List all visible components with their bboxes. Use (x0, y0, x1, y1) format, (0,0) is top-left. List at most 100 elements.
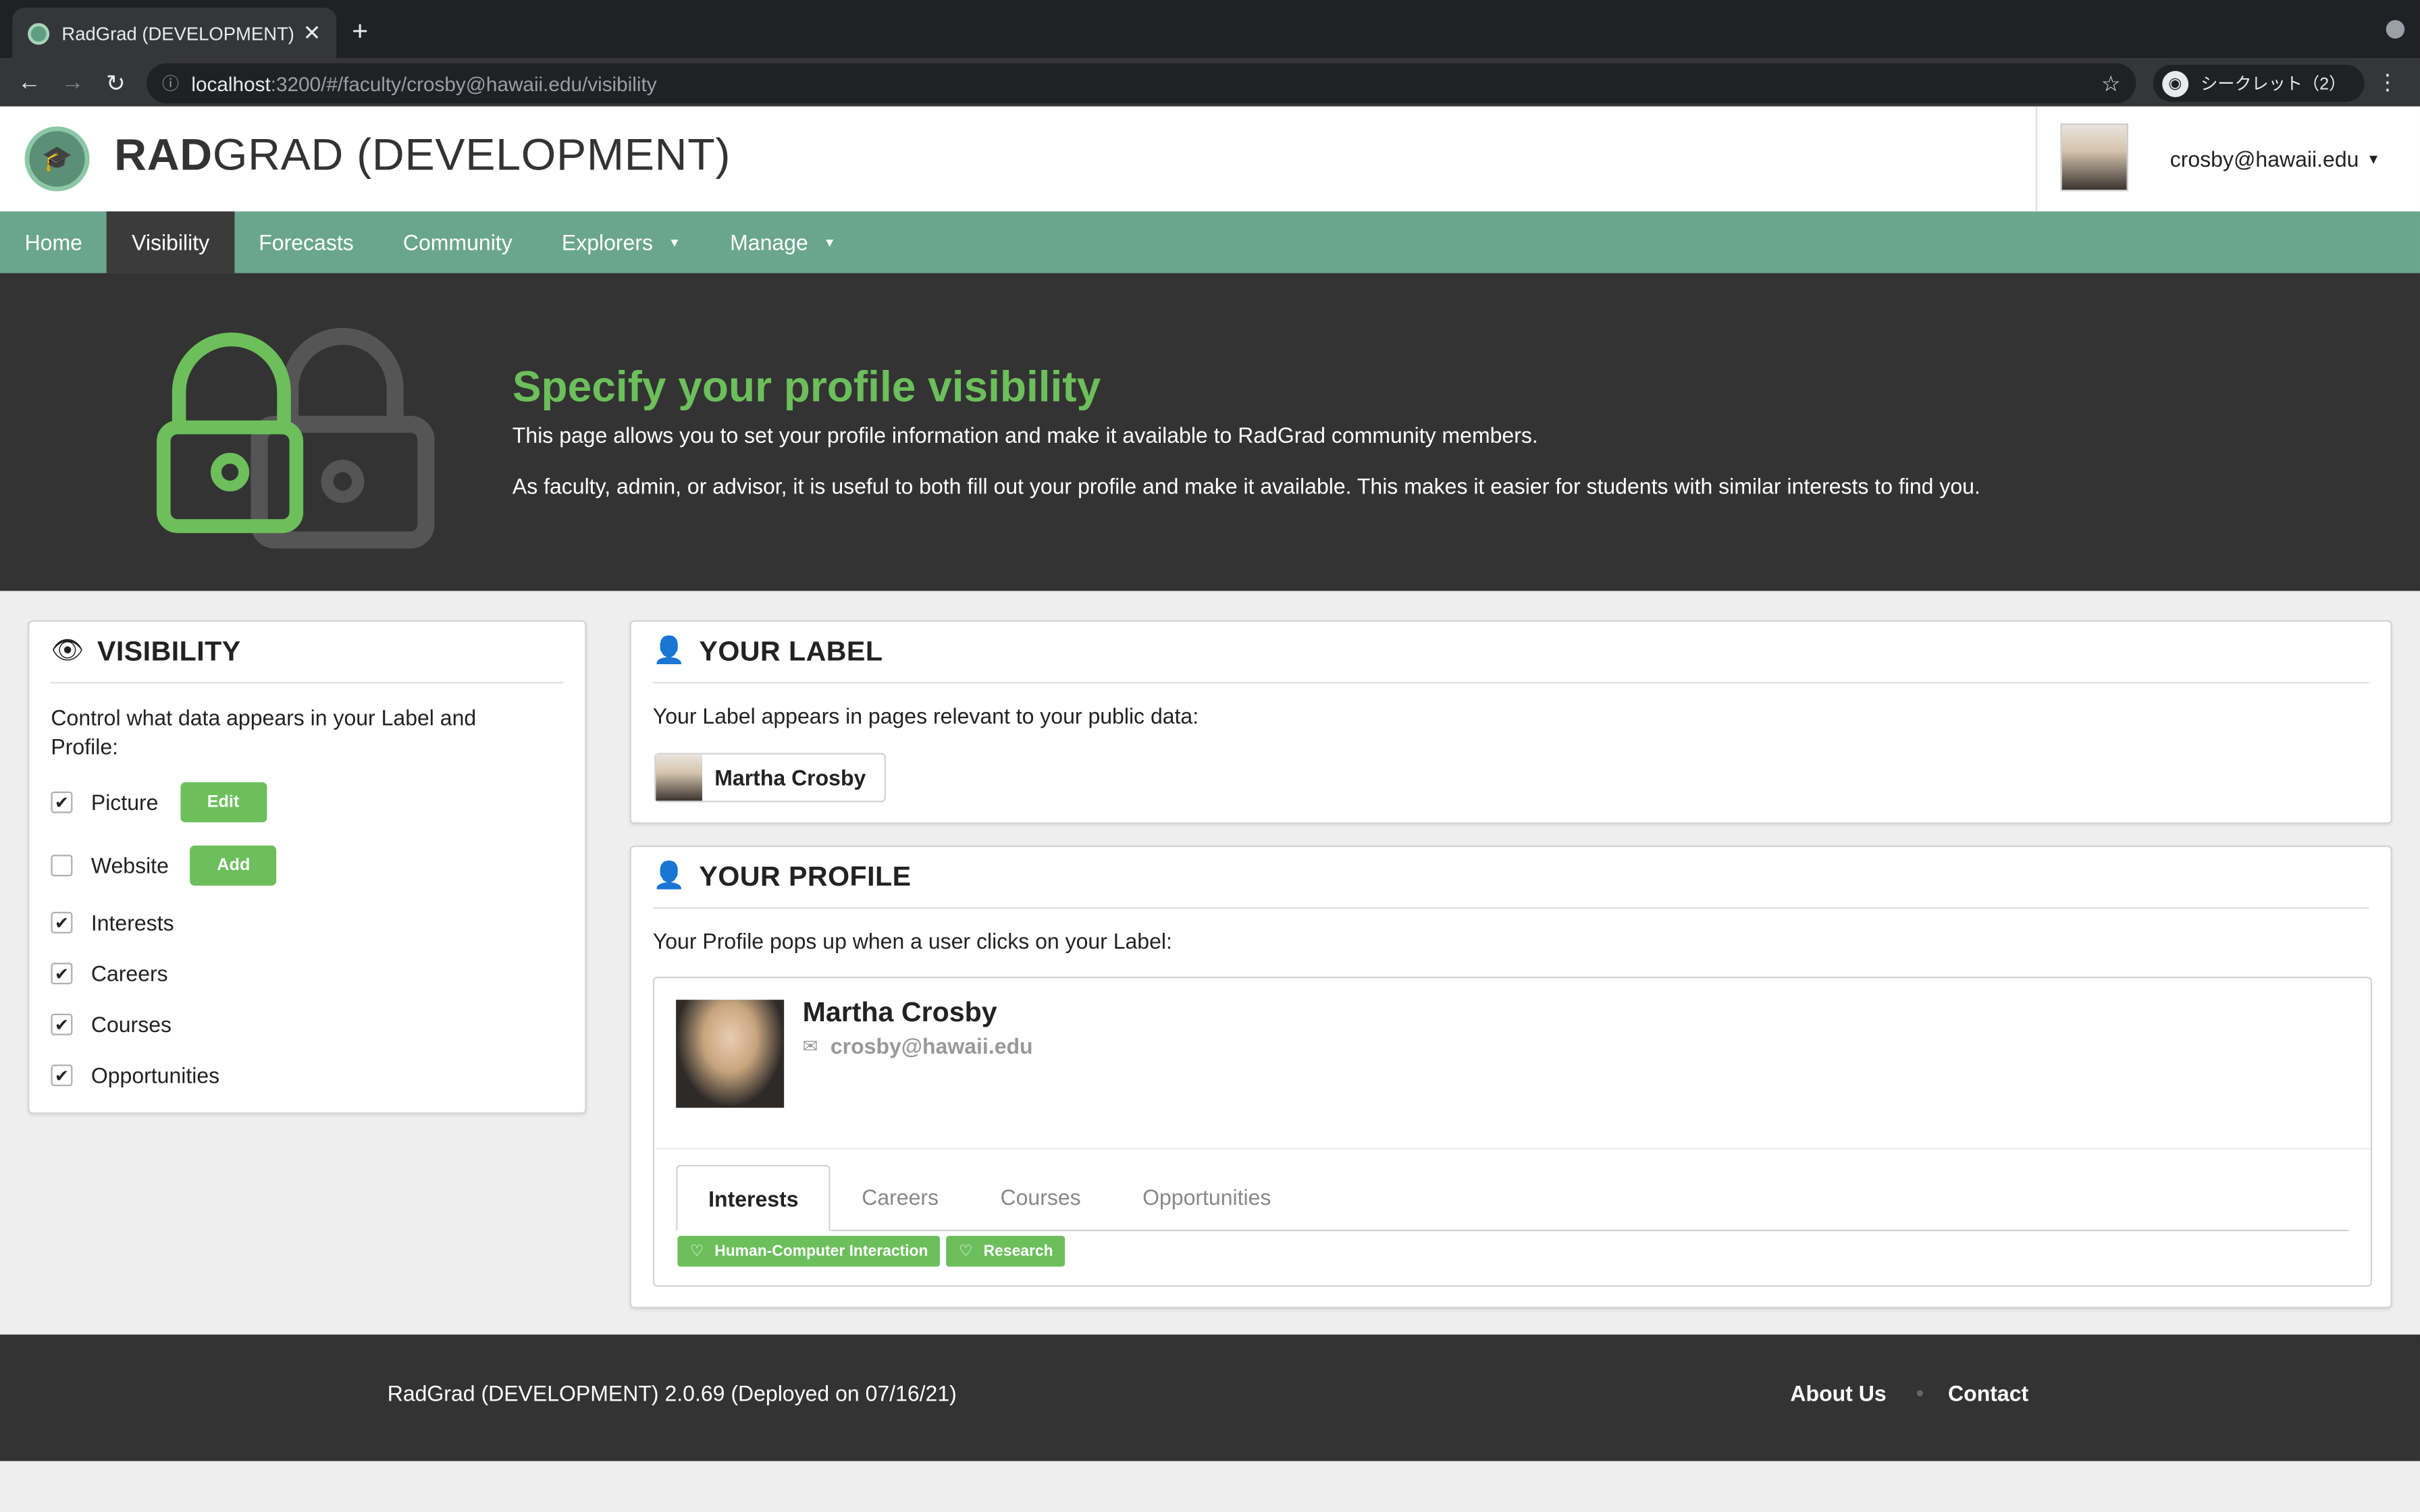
heart-icon: ♡ (959, 1243, 973, 1260)
footer-links: About Us Contact (1790, 1381, 2028, 1406)
tag-label: Human-Computer Interaction (714, 1243, 928, 1260)
nav-label: Visibility (132, 230, 210, 255)
careers-checkbox[interactable]: ✔ (51, 963, 73, 985)
visibility-row-website: Website Add (51, 845, 277, 886)
card-header: 👤 YOUR LABEL (652, 628, 2369, 684)
footer: RadGrad (DEVELOPMENT) 2.0.69 (Deployed o… (0, 1334, 2420, 1461)
tab-interests[interactable]: Interests (676, 1164, 831, 1231)
eye-icon: 👁 (51, 635, 84, 666)
visibility-label: Careers (90, 961, 168, 986)
opportunities-checkbox[interactable]: ✔ (51, 1064, 73, 1087)
browser-tab[interactable]: RadGrad (DEVELOPMENT) ✕ (12, 7, 337, 59)
visibility-label: Picture (90, 790, 159, 815)
tab-courses[interactable]: Courses (970, 1163, 1112, 1229)
nav-item-community[interactable]: Community (378, 211, 537, 273)
interest-tags: ♡ Human-Computer Interaction ♡ Research (677, 1235, 1072, 1267)
footer-version: RadGrad (DEVELOPMENT) 2.0.69 (Deployed o… (387, 1380, 957, 1406)
nav-item-visibility[interactable]: Visibility (107, 211, 234, 273)
visibility-label: Courses (90, 1012, 172, 1037)
add-website-button[interactable]: Add (190, 845, 277, 886)
user-icon: 👤 (652, 635, 686, 666)
tab-title: RadGrad (DEVELOPMENT) (61, 22, 294, 45)
visibility-row-interests: ✔ Interests (51, 902, 174, 942)
profile-popup-preview: Martha Crosby ✉ crosby@hawaii.edu Intere… (652, 976, 2373, 1287)
profile-tabs: Interests Careers Courses Opportunities (676, 1163, 2349, 1231)
about-us-link[interactable]: About Us (1790, 1381, 1886, 1406)
browser-tabbar: RadGrad (DEVELOPMENT) ✕ + (0, 0, 2420, 59)
tag-label: Research (983, 1243, 1053, 1260)
reload-icon[interactable]: ↻ (94, 69, 137, 97)
separator-dot (1917, 1390, 1924, 1397)
info-icon[interactable]: ⓘ (162, 71, 179, 96)
card-header: 👁 VISIBILITY (51, 628, 564, 684)
tab-opportunities[interactable]: Opportunities (1111, 1163, 1302, 1229)
profile-name: Martha Crosby (802, 996, 997, 1028)
back-arrow-icon[interactable]: ← (7, 70, 51, 96)
main-nav: Home Visibility Forecasts Community Expl… (0, 211, 2420, 273)
address-bar[interactable]: ⓘ localhost:3200/#/faculty/crosby@hawaii… (147, 63, 2136, 104)
courses-checkbox[interactable]: ✔ (51, 1013, 73, 1035)
hero-paragraph-1: This page allows you to set your profile… (512, 423, 1538, 448)
url-path: :3200/#/faculty/crosby@hawaii.edu/visibi… (270, 72, 657, 95)
radgrad-logo-icon[interactable]: 🎓 (24, 126, 90, 192)
website-checkbox[interactable] (51, 855, 73, 877)
brand-strong: RAD (114, 131, 213, 181)
avatar (656, 754, 702, 801)
profile-email-text: crosby@hawaii.edu (830, 1033, 1033, 1058)
browser-toolbar: ← → ↻ ⓘ localhost:3200/#/faculty/crosby@… (0, 58, 2420, 107)
visibility-label: Interests (90, 910, 174, 936)
edit-picture-button[interactable]: Edit (180, 782, 267, 823)
interests-checkbox[interactable]: ✔ (51, 911, 73, 934)
visibility-row-careers: ✔ Careers (51, 954, 168, 994)
user-avatar[interactable] (2060, 123, 2128, 192)
brand-title[interactable]: RADGRAD (DEVELOPMENT) (114, 131, 731, 182)
browser-menu-icon[interactable]: ⋮ (2377, 70, 2398, 96)
url-host: localhost (191, 72, 271, 95)
nav-item-home[interactable]: Home (0, 211, 107, 273)
nav-item-explorers[interactable]: Explorers ▼ (537, 211, 705, 273)
label-name: Martha Crosby (714, 765, 866, 790)
user-label-chip[interactable]: Martha Crosby (654, 753, 887, 803)
new-tab-icon[interactable]: + (352, 16, 368, 48)
nav-label: Manage (730, 230, 808, 255)
profile-email: ✉ crosby@hawaii.edu (803, 1033, 1033, 1058)
caret-down-icon: ▼ (823, 235, 836, 250)
forward-arrow-icon[interactable]: → (51, 70, 94, 96)
header-divider (2035, 106, 2038, 212)
incognito-label: シークレット（2） (2201, 75, 2346, 94)
bookmark-star-icon[interactable]: ☆ (2101, 70, 2121, 97)
visibility-card: 👁 VISIBILITY Control what data appears i… (28, 620, 587, 1114)
app-header: 🎓 RADGRAD (DEVELOPMENT) crosby@hawaii.ed… (0, 106, 2420, 212)
hero-banner: Specify your profile visibility This pag… (0, 273, 2420, 591)
visibility-row-courses: ✔ Courses (51, 1004, 172, 1044)
padlock-icon (156, 327, 435, 549)
user-menu-dropdown[interactable]: crosby@hawaii.edu ▼ (2170, 146, 2381, 171)
card-header: 👤 YOUR PROFILE (652, 853, 2369, 909)
your-profile-title: YOUR PROFILE (699, 860, 912, 891)
your-label-card: 👤 YOUR LABEL Your Label appears in pages… (629, 620, 2392, 824)
contact-link[interactable]: Contact (1948, 1381, 2028, 1406)
user-icon: 👤 (652, 861, 686, 890)
divider (654, 1148, 2371, 1150)
heart-icon: ♡ (689, 1243, 704, 1260)
nav-label: Home (24, 230, 82, 255)
nav-item-forecasts[interactable]: Forecasts (234, 211, 379, 273)
tab-search-icon[interactable] (2386, 20, 2405, 39)
visibility-label: Website (90, 853, 169, 878)
nav-item-manage[interactable]: Manage ▼ (706, 211, 861, 273)
brand-rest: GRAD (DEVELOPMENT) (212, 131, 731, 181)
profile-description: Your Profile pops up when a user clicks … (652, 928, 1172, 954)
label-description: Your Label appears in pages relevant to … (652, 703, 1199, 728)
interest-tag[interactable]: ♡ Research (946, 1235, 1066, 1267)
nav-label: Forecasts (259, 230, 354, 255)
close-tab-icon[interactable]: ✕ (303, 20, 321, 47)
visibility-row-picture: ✔ Picture Edit (51, 782, 267, 823)
picture-checkbox[interactable]: ✔ (51, 791, 73, 813)
visibility-description: Control what data appears in your Label … (51, 705, 477, 759)
interest-tag[interactable]: ♡ Human-Computer Interaction (677, 1235, 941, 1267)
tab-careers[interactable]: Careers (831, 1163, 970, 1229)
nav-label: Explorers (561, 230, 654, 255)
visibility-label: Opportunities (90, 1062, 220, 1088)
radgrad-favicon-icon (28, 22, 50, 45)
incognito-indicator[interactable]: ◉ シークレット（2） (2153, 64, 2365, 102)
